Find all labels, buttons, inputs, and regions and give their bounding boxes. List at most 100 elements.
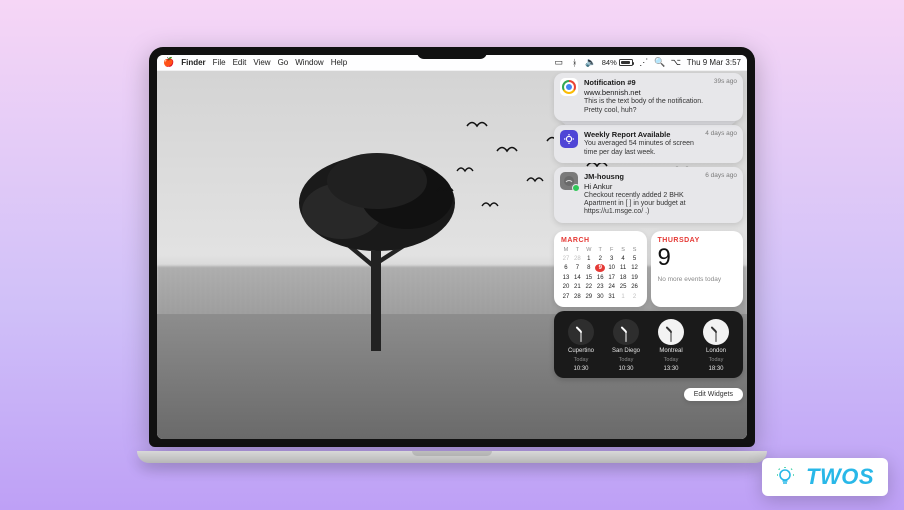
menu-file[interactable]: File <box>213 58 226 67</box>
calendar-day[interactable]: 23 <box>595 283 605 291</box>
edit-widgets-button[interactable]: Edit Widgets <box>684 388 743 401</box>
notification-subtitle: www.bennish.net <box>584 88 708 97</box>
laptop-frame: 🍎 Finder File Edit View Go Window Help ▭… <box>137 47 767 463</box>
laptop-base <box>137 451 767 463</box>
date-weekday: THURSDAY <box>658 237 737 244</box>
menu-go[interactable]: Go <box>278 58 289 67</box>
apple-menu-icon[interactable]: 🍎 <box>163 58 174 67</box>
clock-city-name: San Diego <box>612 348 640 354</box>
notification-time: 4 days ago <box>705 130 737 137</box>
calendar-day[interactable]: 25 <box>618 283 628 291</box>
calendar-day[interactable]: 15 <box>584 274 594 282</box>
lightbulb-icon <box>772 464 798 490</box>
calendar-day[interactable]: 4 <box>618 255 628 263</box>
calendar-day[interactable]: 27 <box>561 293 571 301</box>
calendar-day[interactable]: 1 <box>584 255 594 263</box>
bluetooth-icon[interactable]: ᚼ <box>570 58 580 68</box>
status-dot <box>572 184 580 192</box>
clock-city-name: Montreal <box>659 348 682 354</box>
world-clock-widget[interactable]: Cupertino Today 10:30 San Diego Today 10:30 Mo… <box>554 311 743 378</box>
notification-body: Checkout recently added 2 BHK Apartment … <box>584 192 699 217</box>
calendar-day[interactable]: 22 <box>584 283 594 291</box>
calendar-day[interactable]: 2 <box>595 255 605 263</box>
wifi-icon[interactable]: ⋰ <box>639 58 649 68</box>
calendar-day[interactable]: 18 <box>618 274 628 282</box>
battery-icon <box>619 59 633 66</box>
search-icon[interactable]: 🔍 <box>655 58 665 68</box>
volume-icon[interactable]: 🔈 <box>586 58 596 68</box>
notification-body: You averaged 54 minutes of screen time p… <box>584 140 699 157</box>
world-clock-city: Montreal Today 13:30 <box>650 319 692 372</box>
clock-city-time: 10:30 <box>618 366 633 372</box>
clock-face <box>703 319 729 345</box>
menu-edit[interactable]: Edit <box>233 58 247 67</box>
notification-title: JM-housng <box>584 172 699 181</box>
clock-city-time: 10:30 <box>573 366 588 372</box>
calendar-day-today[interactable]: 9 <box>595 264 605 272</box>
notification-title: Notification #9 <box>584 78 708 87</box>
calendar-day[interactable]: 31 <box>607 293 617 301</box>
calendar-dow: T <box>595 247 605 253</box>
calendar-day[interactable]: 8 <box>584 264 594 272</box>
calendar-day[interactable]: 30 <box>595 293 605 301</box>
menu-window[interactable]: Window <box>295 58 323 67</box>
calendar-day[interactable]: 11 <box>618 264 628 272</box>
menubar-clock[interactable]: Thu 9 Mar 3:57 <box>687 58 741 67</box>
calendar-widget[interactable]: MARCH MTWTFSS 27281234567891011121314151… <box>554 231 647 307</box>
notification-chrome[interactable]: Notification #9 www.bennish.net This is … <box>554 73 743 121</box>
screen-mirror-icon[interactable]: ▭ <box>554 58 564 68</box>
calendar-day[interactable]: 3 <box>607 255 617 263</box>
calendar-day[interactable]: 27 <box>561 255 571 263</box>
clock-city-day: Today <box>709 357 724 363</box>
screen-bezel: 🍎 Finder File Edit View Go Window Help ▭… <box>149 47 755 447</box>
calendar-day[interactable]: 17 <box>607 274 617 282</box>
calendar-day[interactable]: 24 <box>607 283 617 291</box>
notification-time: 6 days ago <box>705 172 737 179</box>
date-widget[interactable]: THURSDAY 9 No more events today <box>651 231 744 307</box>
control-center-icon[interactable]: ⌥ <box>671 58 681 68</box>
clock-city-day: Today <box>619 357 634 363</box>
calendar-day[interactable]: 29 <box>584 293 594 301</box>
calendar-day[interactable]: 5 <box>630 255 640 263</box>
calendar-day[interactable]: 28 <box>572 293 582 301</box>
notification-title: Weekly Report Available <box>584 130 699 139</box>
calendar-day[interactable]: 13 <box>561 274 571 282</box>
clock-face <box>568 319 594 345</box>
calendar-day[interactable]: 12 <box>630 264 640 272</box>
menubar-app-title[interactable]: Finder <box>181 58 205 67</box>
calendar-day[interactable]: 20 <box>561 283 571 291</box>
calendar-day[interactable]: 6 <box>561 264 571 272</box>
calendar-month-label: MARCH <box>561 237 640 244</box>
calendar-day[interactable]: 28 <box>572 255 582 263</box>
menu-view[interactable]: View <box>253 58 270 67</box>
date-events-status: No more events today <box>658 276 737 283</box>
menu-help[interactable]: Help <box>331 58 347 67</box>
world-clock-city: San Diego Today 10:30 <box>605 319 647 372</box>
clock-city-name: Cupertino <box>568 348 594 354</box>
calendar-day[interactable]: 19 <box>630 274 640 282</box>
calendar-day[interactable]: 2 <box>630 293 640 301</box>
calendar-day[interactable]: 7 <box>572 264 582 272</box>
world-clock-city: London Today 18:30 <box>695 319 737 372</box>
clock-city-name: London <box>706 348 726 354</box>
calendar-dow: M <box>561 247 571 253</box>
display-notch <box>417 47 487 59</box>
battery-percent-label: 84% <box>602 58 617 67</box>
calendar-day[interactable]: 21 <box>572 283 582 291</box>
notification-housing[interactable]: JM-housng Hi Ankur Checkout recently add… <box>554 167 743 223</box>
notification-time: 39s ago <box>714 78 737 85</box>
notification-body: This is the text body of the notificatio… <box>584 98 708 106</box>
battery-status[interactable]: 84% <box>602 58 633 67</box>
calendar-day[interactable]: 16 <box>595 274 605 282</box>
notification-screentime[interactable]: Weekly Report Available You averaged 54 … <box>554 125 743 163</box>
calendar-day[interactable]: 10 <box>607 264 617 272</box>
notification-subtitle: Hi Ankur <box>584 182 699 191</box>
calendar-dow: F <box>607 247 617 253</box>
calendar-day[interactable]: 26 <box>630 283 640 291</box>
clock-city-time: 13:30 <box>663 366 678 372</box>
clock-city-day: Today <box>664 357 679 363</box>
clock-city-time: 18:30 <box>708 366 723 372</box>
calendar-day[interactable]: 1 <box>618 293 628 301</box>
calendar-day[interactable]: 14 <box>572 274 582 282</box>
chrome-icon <box>560 78 578 96</box>
